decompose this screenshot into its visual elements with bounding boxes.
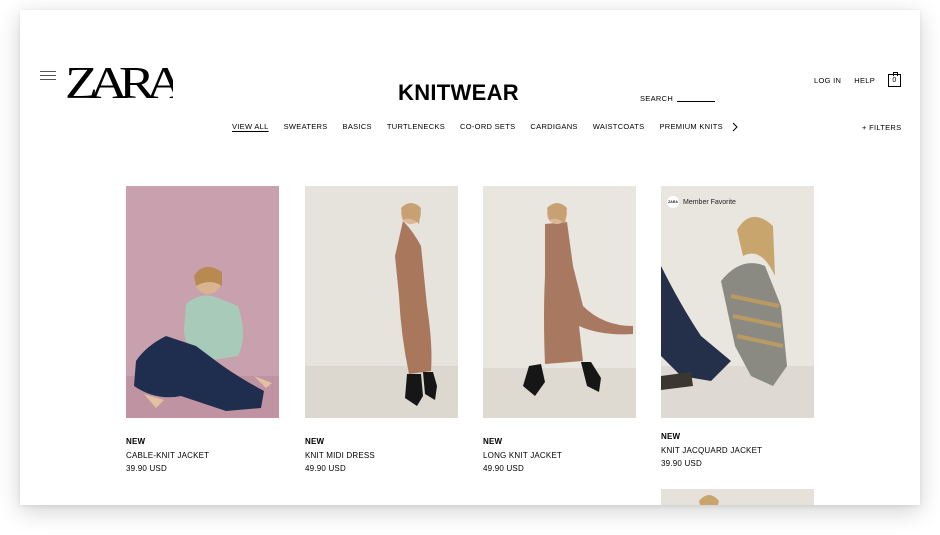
product-image[interactable] [126, 186, 279, 418]
product-price: 49.90 USD [305, 464, 346, 473]
chevron-right-icon[interactable] [731, 122, 739, 132]
product-card[interactable]: NEW KNIT MIDI DRESS 49.90 USD [305, 186, 458, 473]
account-links: LOG IN HELP 0 [814, 72, 902, 87]
category-waistcoats[interactable]: WAISTCOATS [593, 122, 645, 132]
product-tag: NEW [661, 432, 681, 441]
category-view-all[interactable]: VIEW ALL [232, 122, 269, 132]
filters-button[interactable]: + FILTERS [862, 123, 901, 132]
product-price: 39.90 USD [126, 464, 167, 473]
help-link[interactable]: HELP [854, 76, 875, 85]
product-tag: NEW [483, 437, 503, 446]
product-tag: NEW [126, 437, 146, 446]
product-price: 49.90 USD [483, 464, 524, 473]
product-name[interactable]: LONG KNIT JACKET [483, 451, 636, 460]
product-image-wrapper[interactable]: ZARA Member Favorite [661, 186, 814, 418]
search-underline [677, 101, 716, 102]
next-product-image-peek[interactable] [661, 489, 814, 505]
product-image[interactable] [483, 186, 636, 418]
product-card[interactable]: NEW CABLE-KNIT JACKET 39.90 USD [126, 186, 279, 473]
page-title: KNITWEAR [398, 80, 519, 105]
product-tag: NEW [305, 437, 325, 446]
category-co-ord-sets[interactable]: CO-ORD SETS [460, 122, 515, 132]
product-name[interactable]: KNIT JACQUARD JACKET [661, 446, 814, 455]
category-sweaters[interactable]: SWEATERS [284, 122, 328, 132]
product-card[interactable]: NEW LONG KNIT JACKET 49.90 USD [483, 186, 636, 473]
hamburger-menu-icon[interactable] [40, 71, 56, 81]
login-link[interactable]: LOG IN [814, 76, 841, 85]
product-name[interactable]: CABLE-KNIT JACKET [126, 451, 279, 460]
product-name[interactable]: KNIT MIDI DRESS [305, 451, 458, 460]
search-field[interactable]: SEARCH [640, 94, 716, 103]
member-favorite-badge: ZARA Member Favorite [667, 196, 736, 208]
browser-window: ZARA KNITWEAR SEARCH LOG IN HELP 0 VIEW … [20, 10, 920, 505]
zara-seal-icon: ZARA [667, 196, 679, 208]
category-basics[interactable]: BASICS [343, 122, 372, 132]
category-turtlenecks[interactable]: TURTLENECKS [387, 122, 445, 132]
product-card[interactable]: ZARA Member Favorite NEW KNIT JACQUARD J… [661, 186, 814, 468]
product-image[interactable] [305, 186, 458, 418]
cart-count: 0 [892, 77, 897, 84]
product-image[interactable] [661, 489, 814, 505]
search-label: SEARCH [640, 94, 674, 103]
product-price: 39.90 USD [661, 459, 702, 468]
product-image[interactable] [661, 186, 814, 418]
category-nav: VIEW ALL SWEATERS BASICS TURTLENECKS CO-… [232, 122, 739, 132]
shopping-bag-icon[interactable]: 0 [888, 72, 902, 87]
zara-logo[interactable]: ZARA [65, 54, 173, 102]
category-cardigans[interactable]: CARDIGANS [530, 122, 577, 132]
category-premium-knits[interactable]: PREMIUM KNITS [659, 122, 723, 132]
svg-text:ZARA: ZARA [65, 57, 173, 102]
member-favorite-label: Member Favorite [683, 198, 736, 206]
